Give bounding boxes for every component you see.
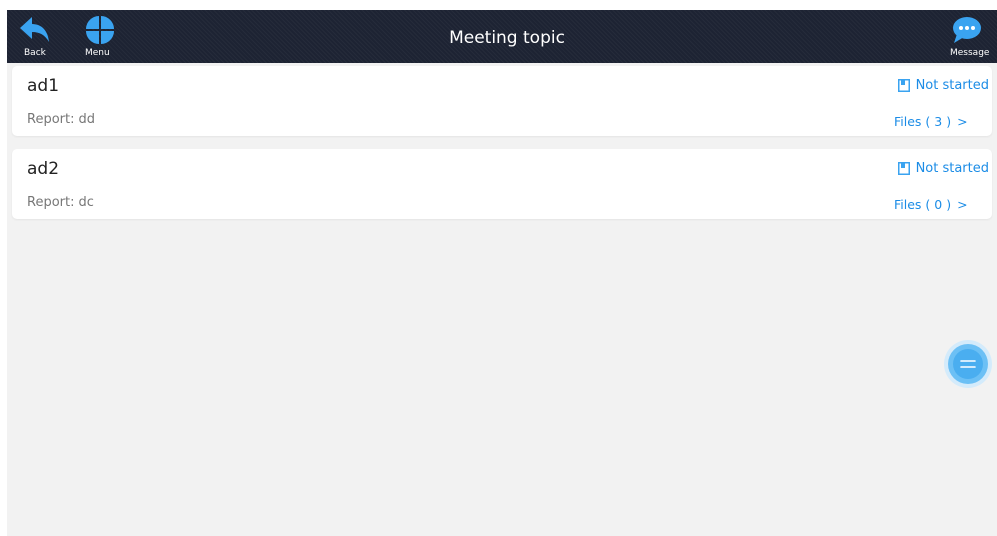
back-button[interactable]: Back [17,10,53,63]
topic-title: ad1 [27,76,60,96]
files-chevron: > [957,197,968,212]
status-badge: Not started [897,78,989,93]
files-count: ( 0 ) [925,197,952,212]
back-label: Back [24,48,46,58]
topic-title: ad2 [27,159,60,179]
document-icon [897,162,910,175]
menu-button[interactable]: Menu [81,10,121,63]
document-icon [897,79,910,92]
report-value: dc [78,195,94,210]
chat-bubble-icon [951,16,983,44]
report-label: Report: [27,112,75,127]
menu-label: Menu [85,48,110,58]
topic-card[interactable]: ad2 Report: dc Not started Files ( 0 ) > [12,149,992,219]
floating-menu-button[interactable] [943,339,993,389]
report-value: dd [78,112,95,127]
top-navigation-bar: Back Menu Meeting topic Message [7,10,997,63]
message-label: Message [950,48,990,58]
files-link[interactable]: Files ( 0 ) > [894,197,968,212]
app-window: Back Menu Meeting topic Message ad1 Repo… [7,10,997,536]
files-link[interactable]: Files ( 3 ) > [894,114,968,129]
four-petal-menu-icon [84,16,116,44]
report-label: Report: [27,195,75,210]
files-count: ( 3 ) [925,114,952,129]
files-chevron: > [957,114,968,129]
topic-card[interactable]: ad1 Report: dd Not started Files ( 3 ) > [12,66,992,136]
screen: Back Menu Meeting topic Message ad1 Repo… [0,0,997,536]
floating-menu-icon [944,340,992,388]
topic-report: Report: dd [27,112,95,127]
status-text: Not started [915,161,989,176]
status-badge: Not started [897,161,989,176]
back-arrow-icon [19,16,51,44]
message-button[interactable]: Message [937,10,995,63]
files-label: Files [894,114,922,129]
topic-report: Report: dc [27,195,94,210]
page-title: Meeting topic [449,28,565,48]
status-text: Not started [915,78,989,93]
files-label: Files [894,197,922,212]
